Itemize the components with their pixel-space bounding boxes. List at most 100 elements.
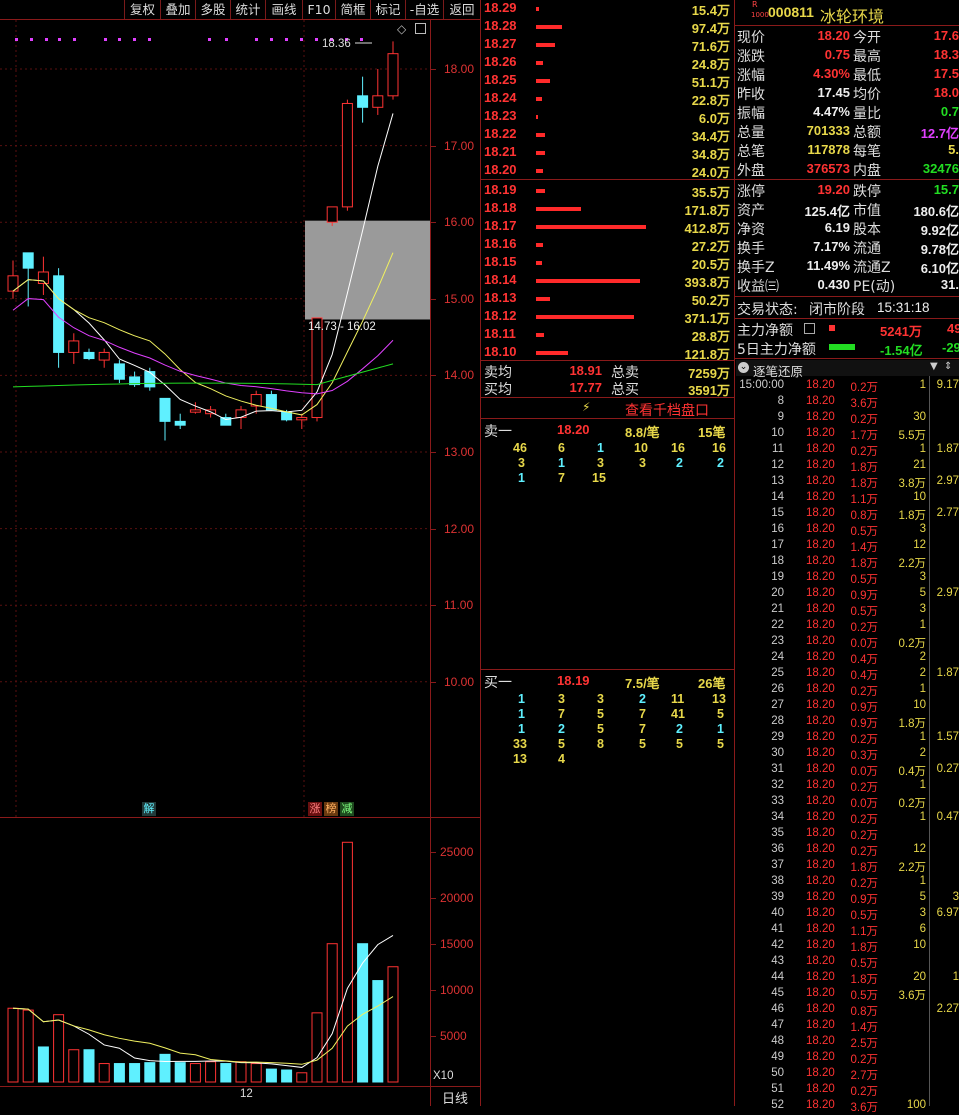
price-level-row[interactable]: 18.12 371.1万 [482,308,734,326]
info-icon[interactable] [804,323,815,334]
tick-row[interactable]: 49 18.20 0.2万 [736,1051,959,1067]
tick-row[interactable]: 22 18.20 0.2万 1 [736,619,959,635]
tick-row[interactable]: 42 18.20 1.8万 10 [736,939,959,955]
tick-row[interactable]: 17 18.20 1.4万 12 [736,539,959,555]
reduce-badge[interactable]: 减 [340,802,354,816]
tick-row[interactable]: 24 18.20 0.4万 2 [736,651,959,667]
toolbar-button-2[interactable]: 多股 [195,0,230,19]
tick-row[interactable]: 52 18.20 3.6万 100 [736,1099,959,1115]
price-level-row[interactable]: 18.18 171.8万 [482,200,734,218]
price-level-row[interactable]: 18.19 35.5万 [482,182,734,200]
tick-row[interactable]: 36 18.20 0.2万 12 [736,843,959,859]
price-level-row[interactable]: 18.16 27.2万 [482,236,734,254]
toolbar-button-9[interactable]: 返回 [443,0,480,19]
price-level-row[interactable]: 18.26 24.8万 [482,54,734,72]
billboard-badge[interactable]: 榜 [324,802,338,816]
toolbar-button-5[interactable]: F10 [302,0,335,19]
tick-row[interactable]: 11 18.20 0.2万 1 1.87 [736,443,959,459]
tick-row[interactable]: 40 18.20 0.5万 3 6.97 [736,907,959,923]
tick-time: 36 [771,843,784,855]
tick-row[interactable]: 30 18.20 0.3万 2 [736,747,959,763]
price-level-row[interactable]: 18.25 51.1万 [482,72,734,90]
toolbar-button-0[interactable]: 复权 [124,0,160,19]
tick-row[interactable]: 51 18.20 0.2万 [736,1083,959,1099]
tick-row[interactable]: 29 18.20 0.2万 1 1.57 [736,731,959,747]
price-level-row[interactable]: 18.15 20.5万 [482,254,734,272]
tick-row[interactable]: 48 18.20 2.5万 [736,1035,959,1051]
stock-name[interactable]: 冰轮环境 [820,3,884,27]
tick-row[interactable]: 16 18.20 0.5万 3 [736,523,959,539]
tick-row[interactable]: 10 18.20 1.7万 5.5万 [736,427,959,443]
tick-row[interactable]: 18 18.20 1.8万 2.2万 [736,555,959,571]
toolbar-button-7[interactable]: 标记 [370,0,405,19]
tick-row[interactable]: 27 18.20 0.9万 10 [736,699,959,715]
view-depth-link[interactable]: 查看千档盘口 [625,400,709,420]
price-level-row[interactable]: 18.23 6.0万 [482,108,734,126]
price-level-bar [536,332,544,337]
tick-row[interactable]: 32 18.20 0.2万 1 [736,779,959,795]
tick-row[interactable]: 9 18.20 0.2万 30 [736,411,959,427]
price-level-row[interactable]: 18.29 15.4万 [482,0,734,18]
toolbar-button-6[interactable]: 简框 [335,0,370,19]
limit-up-badge[interactable]: 涨 [308,802,322,816]
tick-row[interactable]: 28 18.20 0.9万 1.8万 [736,715,959,731]
toolbar-button-1[interactable]: 叠加 [160,0,195,19]
tick-row[interactable]: 47 18.20 1.4万 [736,1019,959,1035]
tick-row[interactable]: 34 18.20 0.2万 1 0.47 [736,811,959,827]
tick-row[interactable]: 26 18.20 0.2万 1 [736,683,959,699]
toolbar-button-3[interactable]: 统计 [230,0,265,19]
toolbar-button-8[interactable]: -自选 [405,0,443,19]
tick-row[interactable]: 37 18.20 1.8万 2.2万 [736,859,959,875]
tick-row[interactable]: 50 18.20 2.7万 [736,1067,959,1083]
price-level-row[interactable]: 18.20 24.0万 [482,162,734,180]
price-level-row[interactable]: 18.24 22.8万 [482,90,734,108]
price-level-row[interactable]: 18.17 412.8万 [482,218,734,236]
tick-row[interactable]: 12 18.20 1.8万 21 [736,459,959,475]
quote-value: 9.78亿 [920,242,959,257]
tick-row[interactable]: 45 18.20 0.5万 3.6万 [736,987,959,1003]
collapse-icon[interactable]: ⌄ [738,362,749,373]
tick-row[interactable]: 20 18.20 0.9万 5 2.97 [736,587,959,603]
price-level-row[interactable]: 18.13 50.2万 [482,290,734,308]
tick-row[interactable]: 15 18.20 0.8万 1.8万 2.77 [736,507,959,523]
tick-row[interactable]: 33 18.20 0.0万 0.2万 [736,795,959,811]
tick-row[interactable]: 43 18.20 0.5万 [736,955,959,971]
toolbar-button-4[interactable]: 画线 [265,0,302,19]
tick-row[interactable]: 38 18.20 0.2万 1 [736,875,959,891]
tick-row[interactable]: 23 18.20 0.0万 0.2万 [736,635,959,651]
tick-row[interactable]: 15:00:00 18.20 0.2万 1 9.17 [736,379,959,395]
price-level-row[interactable]: 18.27 71.6万 [482,36,734,54]
candlestick-chart[interactable] [0,20,430,817]
diamond-icon[interactable]: ◇ [397,22,406,36]
price-level-row[interactable]: 18.14 393.8万 [482,272,734,290]
tick-time: 35 [771,827,784,839]
price-level-row[interactable]: 18.22 34.4万 [482,126,734,144]
tick-row[interactable]: 8 18.20 3.6万 [736,395,959,411]
tick-row[interactable]: 25 18.20 0.4万 2 1.87 [736,667,959,683]
price-level-row[interactable]: 18.28 97.4万 [482,18,734,36]
period-label[interactable]: 日线 [442,1088,468,1107]
stock-code[interactable]: 000811 [768,4,814,20]
tick-volume: 0.5万 [850,574,879,586]
tick-volume: 0.5万 [850,958,879,970]
tick-row[interactable]: 41 18.20 1.1万 6 [736,923,959,939]
tick-row[interactable]: 46 18.20 0.8万 2.27 [736,1003,959,1019]
price-level-row[interactable]: 18.21 34.8万 [482,144,734,162]
tick-row[interactable]: 44 18.20 1.8万 20 1 [736,971,959,987]
tick-row[interactable]: 35 18.20 0.2万 [736,827,959,843]
filter-dropdown-icon[interactable]: ▼ [930,361,938,372]
window-icon[interactable] [415,23,426,34]
unlock-event-badge[interactable]: 解 [142,802,156,816]
price-level-price: 18.19 [484,181,517,197]
tick-row[interactable]: 19 18.20 0.5万 3 [736,571,959,587]
tick-row[interactable]: 39 18.20 0.9万 5 3 [736,891,959,907]
tick-time: 14 [771,491,784,503]
tick-row[interactable]: 21 18.20 0.5万 3 [736,603,959,619]
tick-row[interactable]: 31 18.20 0.0万 0.4万 0.27 [736,763,959,779]
tick-row[interactable]: 13 18.20 1.8万 3.8万 2.97 [736,475,959,491]
tick-row[interactable]: 14 18.20 1.1万 10 [736,491,959,507]
quote-value: 0.7 [940,104,959,119]
price-level-row[interactable]: 18.11 28.8万 [482,326,734,344]
sort-icon[interactable]: ⇕ [944,361,952,372]
volume-chart[interactable] [0,818,430,1086]
